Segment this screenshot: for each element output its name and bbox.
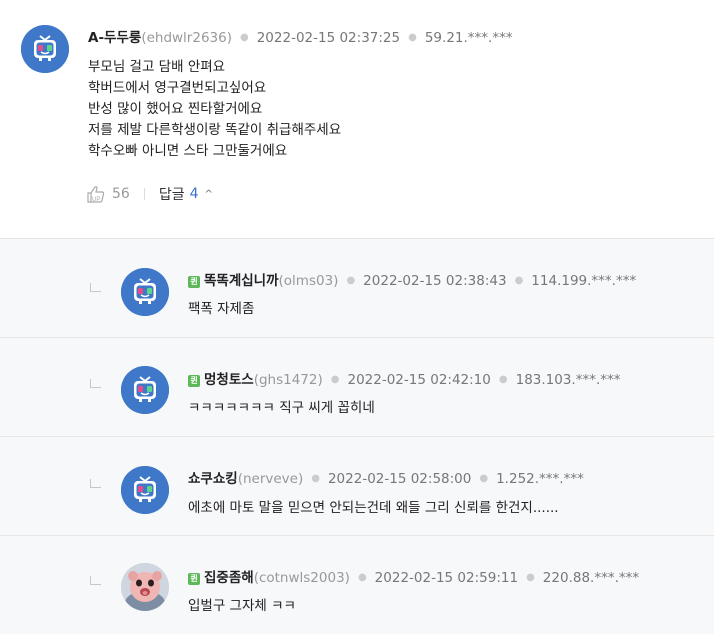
separator-dot: ● <box>346 275 356 286</box>
like-count: 56 <box>112 186 130 202</box>
separator-dot: ● <box>514 275 524 286</box>
ip-address: 220.88.***.*** <box>542 570 640 586</box>
reply-indent-icon <box>90 283 101 292</box>
nickname[interactable]: A-두두룽 <box>88 30 141 46</box>
reply-item: 쇼쿠쇼킹(nerveve) ● 2022-02-15 02:58:00 ● 1.252.… <box>0 437 714 536</box>
reply-meta: 퀸 멍청토스(ghs1472) ● 2022-02-15 02:42:10 ● 183.1… <box>188 368 621 388</box>
svg-text:UP: UP <box>92 197 100 203</box>
nickname[interactable]: 쇼쿠쇼킹 <box>188 471 238 487</box>
comment-text-line: 학버드에서 영구결번되고싶어요 <box>88 80 267 96</box>
reply-indent-icon <box>90 479 101 488</box>
timestamp: 2022-02-15 02:59:11 <box>374 570 519 586</box>
member-badge-icon: 퀸 <box>188 276 200 288</box>
comment-text-line: 부모님 걸고 담배 안펴요 <box>88 59 226 75</box>
ip-address: 59.21.***.*** <box>424 30 513 46</box>
user-avatar[interactable] <box>121 466 169 514</box>
reply-meta: 쇼쿠쇼킹(nerveve) ● 2022-02-15 02:58:00 ● 1.252.… <box>188 467 584 487</box>
thumbs-up-icon: UP <box>87 186 105 203</box>
reply-text: 팩폭 자제좀 <box>188 301 255 317</box>
member-badge-icon: 퀸 <box>188 375 200 387</box>
reply-item: 퀸 집중좀해(cotnwls2003) ● 2022-02-15 02:59:11 ● 2… <box>0 536 714 634</box>
main-comment: A-두두룽(ehdwlr2636) ● 2022-02-15 02:37:25 ● 59… <box>0 0 714 239</box>
tv-mascot-icon <box>121 466 169 514</box>
like-button[interactable]: UP 56 <box>86 185 130 203</box>
user-avatar[interactable] <box>121 268 169 316</box>
ip-address: 114.199.***.*** <box>531 273 637 289</box>
separator-dot: ● <box>479 473 489 484</box>
reply-text: 에초에 마토 말을 믿으면 안되는건데 왜들 그리 신뢰를 한건지...... <box>188 500 559 516</box>
user-id: (ehdwlr2636) <box>141 30 232 46</box>
reply-meta: 퀸 집중좀해(cotnwls2003) ● 2022-02-15 02:59:11 ● 2… <box>188 566 639 586</box>
ip-address: 183.103.***.*** <box>515 372 621 388</box>
chevron-up-icon: ^ <box>204 188 213 200</box>
tv-mascot-icon <box>21 25 69 73</box>
nickname[interactable]: 멍청토스 <box>204 372 254 388</box>
user-avatar[interactable] <box>121 563 169 611</box>
comment-text-line: 저를 제발 다른학생이랑 똑같이 취급해주세요 <box>88 122 342 138</box>
user-avatar[interactable] <box>21 25 69 73</box>
separator-dot: ● <box>330 374 340 385</box>
user-id: (olms03) <box>278 273 339 289</box>
user-id: (cotnwls2003) <box>253 570 350 586</box>
separator-dot: ● <box>408 32 417 43</box>
pink-character-avatar-icon <box>121 563 169 611</box>
divider <box>143 188 145 200</box>
timestamp: 2022-02-15 02:37:25 <box>256 30 401 46</box>
user-avatar[interactable] <box>121 366 169 414</box>
timestamp: 2022-02-15 02:58:00 <box>327 471 472 487</box>
reply-meta: 퀸 똑똑계십니까(olms03) ● 2022-02-15 02:38:43 ● 114.… <box>188 269 636 289</box>
reply-text: ㅋㅋㅋㅋㅋㅋㅋ 직구 씨게 꼽히네 <box>188 400 375 416</box>
comment-meta: A-두두룽(ehdwlr2636) ● 2022-02-15 02:37:25 ● 59… <box>88 26 513 46</box>
reply-toggle-button[interactable]: 답글 4 ^ <box>159 184 213 204</box>
nickname[interactable]: 집중좀해 <box>204 570 254 586</box>
reply-item: 퀸 똑똑계십니까(olms03) ● 2022-02-15 02:38:43 ● 114.… <box>0 239 714 338</box>
reply-label: 답글 <box>158 187 185 203</box>
comment-text-line: 반성 많이 했어요 찐타할거에요 <box>88 101 263 117</box>
timestamp: 2022-02-15 02:42:10 <box>347 372 491 388</box>
reply-item: 퀸 멍청토스(ghs1472) ● 2022-02-15 02:42:10 ● 183.1… <box>0 338 714 437</box>
member-badge-icon: 퀸 <box>188 573 200 585</box>
tv-mascot-icon <box>121 268 169 316</box>
comment-text-line: 학수오빠 아니면 스타 그만둘거에요 <box>88 143 288 159</box>
comment-actions: UP 56 답글 4 ^ <box>86 183 213 205</box>
reply-indent-icon <box>90 576 101 585</box>
tv-mascot-icon <box>121 366 169 414</box>
reply-count: 4 <box>189 186 199 202</box>
reply-indent-icon <box>90 379 101 388</box>
separator-dot: ● <box>239 32 249 43</box>
separator-dot: ● <box>357 572 367 583</box>
timestamp: 2022-02-15 02:38:43 <box>363 273 507 289</box>
user-id: (ghs1472) <box>253 372 323 388</box>
separator-dot: ● <box>311 473 320 484</box>
separator-dot: ● <box>526 572 535 583</box>
nickname[interactable]: 똑똑계십니까 <box>204 273 279 289</box>
separator-dot: ● <box>498 374 508 385</box>
ip-address: 1.252.***.*** <box>496 471 584 487</box>
user-id: (nerveve) <box>237 471 304 487</box>
reply-text: 입벌구 그자체 ㅋㅋ <box>188 598 296 614</box>
